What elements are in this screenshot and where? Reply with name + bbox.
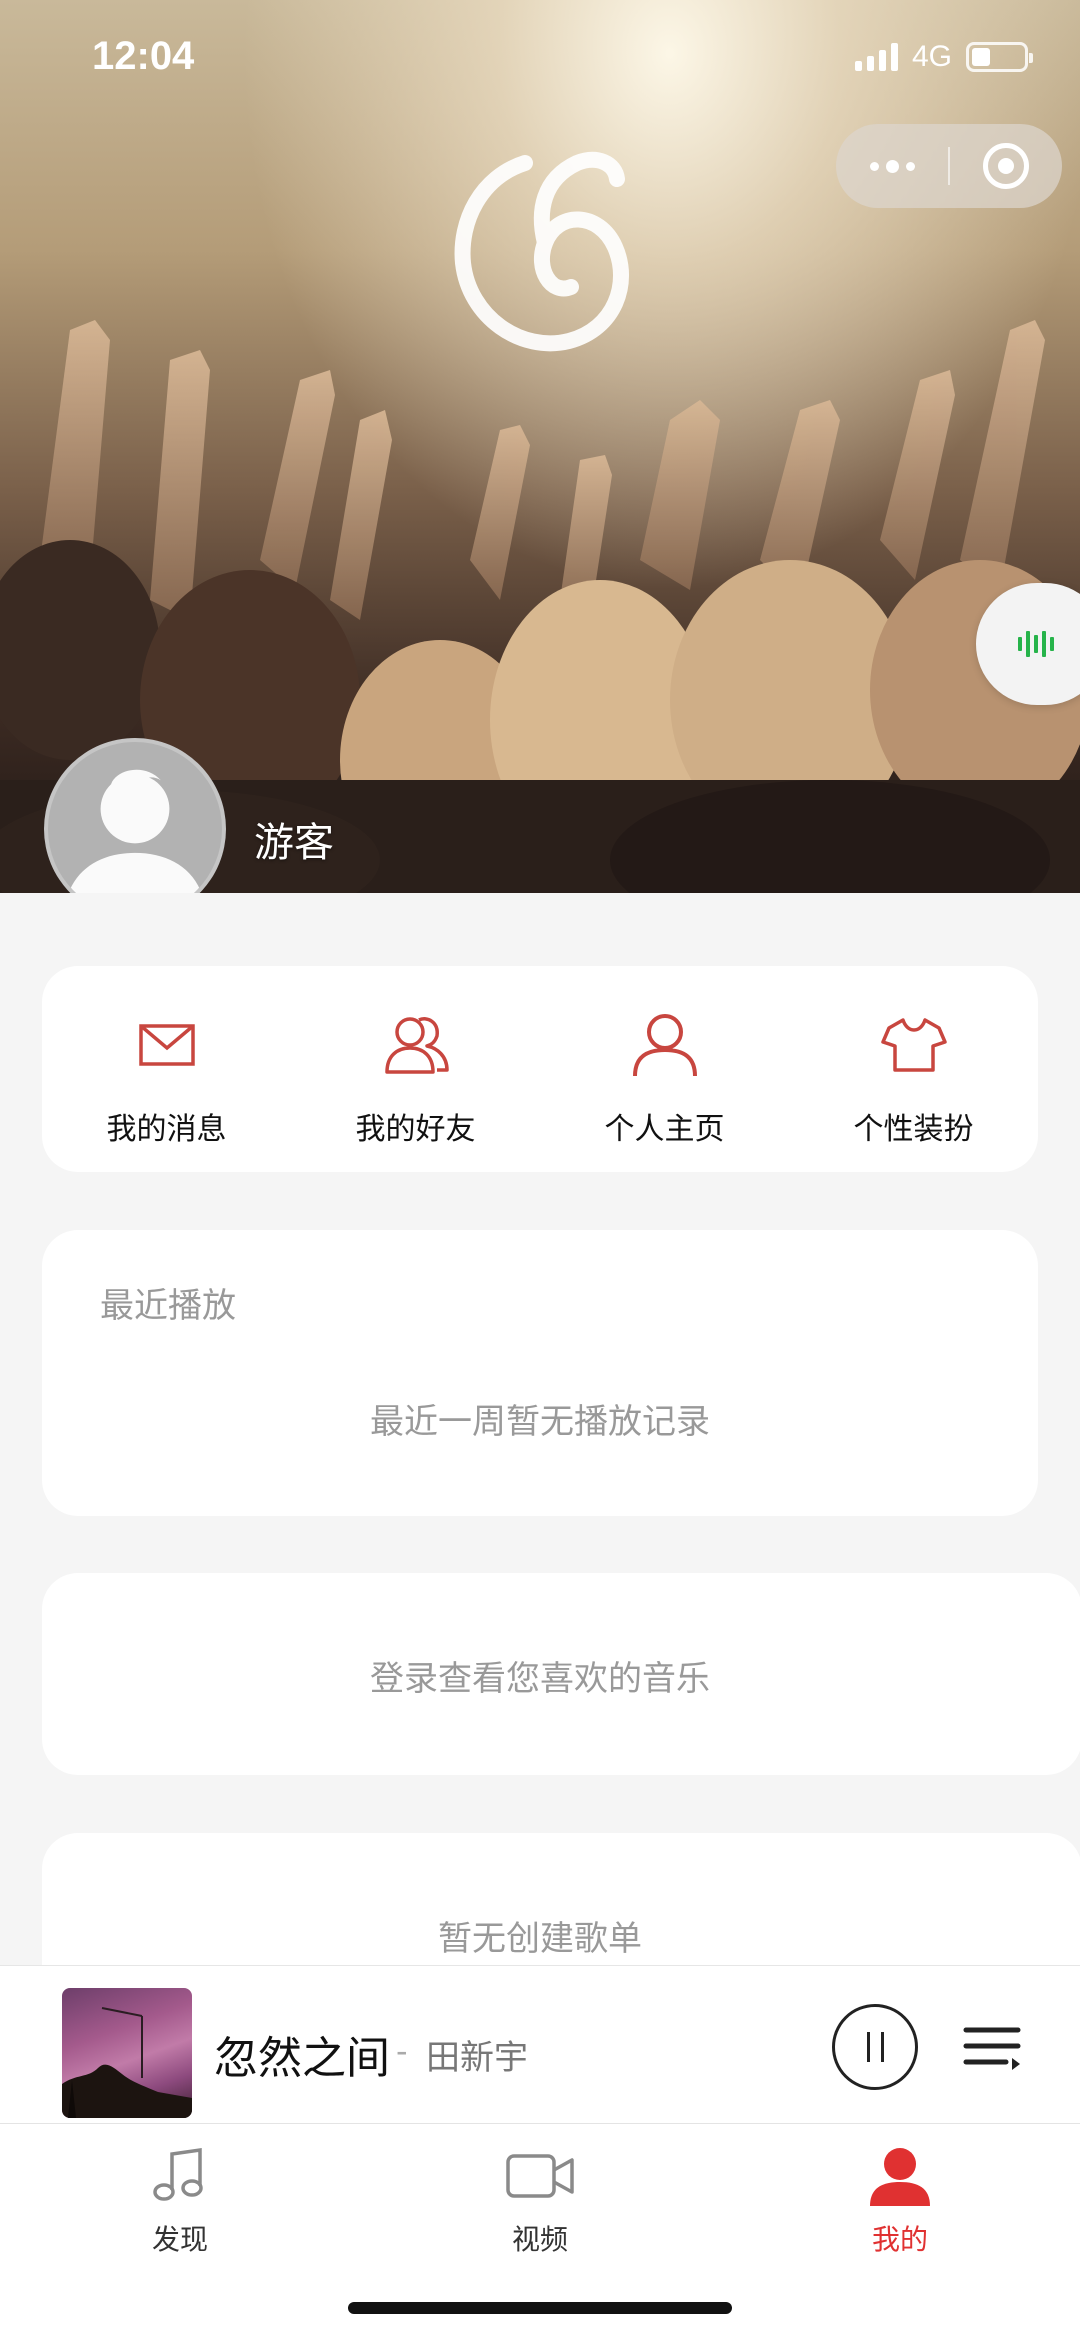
- recent-empty-text: 最近一周暂无播放记录: [370, 1402, 710, 1442]
- tab-mine[interactable]: 我的: [800, 2146, 1000, 2258]
- quick-item-messages[interactable]: 我的消息: [42, 966, 291, 1172]
- quick-item-profile[interactable]: 个人主页: [540, 966, 789, 1172]
- pause-button[interactable]: [832, 2004, 918, 2090]
- tab-label: 发现: [151, 2223, 208, 2256]
- network-type: 4G: [911, 40, 952, 73]
- song-separator: -: [396, 2032, 408, 2070]
- quick-item-theme[interactable]: 个性装扮: [789, 966, 1038, 1172]
- video-camera-icon: [506, 2154, 574, 2198]
- mini-program-capsule: [836, 124, 1062, 208]
- tshirt-icon: [880, 1018, 947, 1072]
- quick-actions-card: 我的消息 我的好友 个人主页 个性装扮: [42, 966, 1038, 1172]
- song-artist: 田新宇: [426, 2038, 528, 2078]
- signal-icon: [854, 43, 898, 71]
- pause-icon: [866, 2032, 870, 2062]
- tab-label: 我的: [871, 2223, 928, 2256]
- envelope-icon: [138, 1024, 195, 1066]
- user-filled-icon: [870, 2148, 930, 2206]
- music-note-icon: [153, 2147, 203, 2201]
- status-time: 12:04: [92, 34, 195, 78]
- quick-item-friends[interactable]: 我的好友: [291, 966, 540, 1172]
- playlist-icon[interactable]: [962, 2024, 1024, 2074]
- recent-play-title: 最近播放: [100, 1286, 236, 1326]
- mini-player-bar[interactable]: 忽然之间 - 田新宇: [0, 1965, 1080, 2123]
- username: 游客: [254, 820, 334, 866]
- audio-wave-icon: [1018, 631, 1054, 657]
- netease-music-logo-icon: [454, 151, 630, 352]
- quick-item-label: 个人主页: [604, 1112, 725, 1147]
- person-icon: [632, 1014, 697, 1076]
- favorite-music-card[interactable]: 登录查看您喜欢的音乐: [42, 1573, 1080, 1775]
- header-banner: 12:04 4G 游客: [0, 0, 1080, 893]
- more-dots-icon[interactable]: [836, 124, 948, 208]
- quick-item-label: 我的好友: [355, 1112, 476, 1147]
- tab-video[interactable]: 视频: [440, 2146, 640, 2258]
- battery-icon: [966, 42, 1033, 72]
- status-indicators: 4G: [854, 40, 1033, 74]
- quick-item-label: 个性装扮: [853, 1112, 974, 1147]
- home-indicator: [348, 2302, 732, 2314]
- recent-play-card[interactable]: 最近播放 最近一周暂无播放记录: [42, 1230, 1038, 1516]
- quick-item-label: 我的消息: [106, 1112, 227, 1147]
- tab-label: 视频: [511, 2223, 568, 2256]
- playlists-empty-text: 暂无创建歌单: [438, 1919, 642, 1959]
- target-circle-icon[interactable]: [950, 124, 1062, 208]
- song-title: 忽然之间: [214, 2033, 390, 2084]
- friends-icon: [384, 1017, 449, 1074]
- login-prompt-text: 登录查看您喜欢的音乐: [370, 1659, 710, 1699]
- tab-discover[interactable]: 发现: [80, 2146, 280, 2258]
- album-cover[interactable]: [62, 1988, 192, 2118]
